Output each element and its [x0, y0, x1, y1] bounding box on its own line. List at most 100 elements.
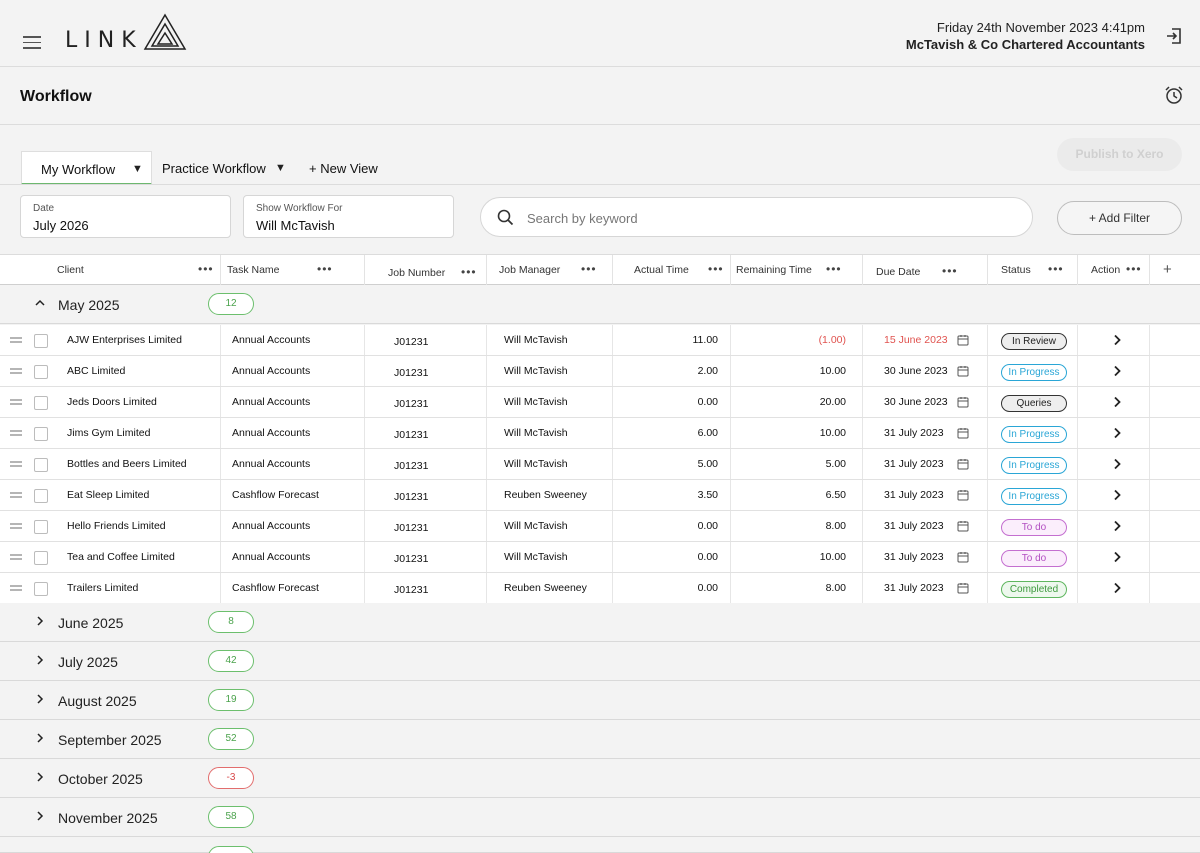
row-checkbox[interactable] — [34, 551, 48, 565]
column-header-task[interactable]: Task Name ••• — [221, 255, 365, 285]
chevron-right-icon[interactable] — [1112, 551, 1122, 563]
row-checkbox[interactable] — [34, 334, 48, 348]
chevron-right-icon[interactable] — [34, 732, 46, 744]
row-checkbox[interactable] — [34, 489, 48, 503]
tab-practice-workflow[interactable]: Practice Workflow ▼ — [162, 161, 286, 176]
chevron-right-icon[interactable] — [1112, 458, 1122, 470]
column-header-job-manager[interactable]: Job Manager ••• — [487, 255, 613, 285]
row-checkbox[interactable] — [34, 396, 48, 410]
alarm-clock-icon[interactable] — [1164, 85, 1184, 105]
chevron-right-icon[interactable] — [1112, 489, 1122, 501]
search-input[interactable] — [527, 208, 1007, 228]
status-badge[interactable]: To do — [1001, 550, 1067, 567]
date-filter-label: Date — [33, 203, 55, 214]
chevron-right-icon[interactable] — [1112, 520, 1122, 532]
row-checkbox[interactable] — [34, 520, 48, 534]
group-row-collapsed[interactable]: September 2025 52 — [0, 720, 1200, 759]
add-column-icon[interactable]: + — [1163, 261, 1172, 278]
table-row[interactable]: Eat Sleep Limited Cashflow Forecast J01231… — [0, 480, 1200, 511]
calendar-icon[interactable] — [957, 582, 969, 594]
row-checkbox[interactable] — [34, 365, 48, 379]
chevron-right-icon[interactable] — [34, 810, 46, 822]
chevron-right-icon[interactable] — [34, 693, 46, 705]
table-row[interactable]: Jims Gym Limited Annual Accounts J01231 Wil… — [0, 418, 1200, 449]
chevron-up-icon[interactable] — [34, 297, 46, 309]
status-badge[interactable]: To do — [1001, 519, 1067, 536]
drag-handle-icon[interactable] — [10, 461, 22, 468]
column-header-actual-time[interactable]: Actual Time ••• — [613, 255, 731, 285]
column-menu-icon[interactable]: ••• — [198, 262, 214, 276]
column-menu-icon[interactable]: ••• — [317, 262, 333, 276]
new-view-button[interactable]: + New View — [309, 161, 378, 176]
logout-icon[interactable] — [1164, 26, 1184, 46]
calendar-icon[interactable] — [957, 458, 969, 470]
chevron-right-icon[interactable] — [34, 654, 46, 666]
chevron-right-icon[interactable] — [1112, 334, 1122, 346]
chevron-right-icon[interactable] — [34, 771, 46, 783]
row-checkbox[interactable] — [34, 427, 48, 441]
chevron-right-icon[interactable] — [1112, 582, 1122, 594]
status-badge[interactable]: In Progress — [1001, 457, 1067, 474]
status-badge[interactable]: In Progress — [1001, 364, 1067, 381]
status-badge[interactable]: Queries — [1001, 395, 1067, 412]
calendar-icon[interactable] — [957, 365, 969, 377]
column-header-job-number[interactable]: Job Number ••• — [365, 255, 487, 285]
column-menu-icon[interactable]: ••• — [1048, 262, 1064, 276]
status-badge[interactable]: Completed — [1001, 581, 1067, 598]
drag-handle-icon[interactable] — [10, 492, 22, 499]
group-row-collapsed[interactable]: August 2025 19 — [0, 681, 1200, 720]
status-badge[interactable]: In Progress — [1001, 488, 1067, 505]
table-row[interactable]: Jeds Doors Limited Annual Accounts J01231 W… — [0, 387, 1200, 418]
column-menu-icon[interactable]: ••• — [826, 262, 842, 276]
column-header-status[interactable]: Status ••• — [988, 255, 1078, 285]
chevron-right-icon[interactable] — [1112, 427, 1122, 439]
calendar-icon[interactable] — [957, 520, 969, 532]
column-menu-icon[interactable]: ••• — [942, 264, 958, 278]
tab-practice-workflow-label: Practice Workflow — [162, 161, 266, 176]
tab-my-workflow[interactable]: My Workflow ▼ — [21, 151, 152, 185]
column-header-due-date[interactable]: Due Date ••• — [863, 255, 988, 285]
chevron-right-icon[interactable] — [34, 615, 46, 627]
row-checkbox[interactable] — [34, 582, 48, 596]
drag-handle-icon[interactable] — [10, 430, 22, 437]
calendar-icon[interactable] — [957, 396, 969, 408]
column-menu-icon[interactable]: ••• — [1126, 262, 1142, 276]
calendar-icon[interactable] — [957, 334, 969, 346]
group-row-collapsed[interactable]: November 2025 58 — [0, 798, 1200, 837]
table-row[interactable]: AJW Enterprises Limited Annual Accounts J0… — [0, 325, 1200, 356]
calendar-icon[interactable] — [957, 551, 969, 563]
table-row[interactable]: Hello Friends Limited Annual Accounts J012… — [0, 511, 1200, 542]
date-filter[interactable]: Date July 2026 — [20, 195, 231, 238]
column-menu-icon[interactable]: ••• — [581, 262, 597, 276]
show-workflow-for-filter[interactable]: Show Workflow For Will McTavish — [243, 195, 454, 238]
calendar-icon[interactable] — [957, 489, 969, 501]
drag-handle-icon[interactable] — [10, 368, 22, 375]
column-menu-icon[interactable]: ••• — [708, 262, 724, 276]
column-header-client[interactable]: Client ••• — [0, 255, 221, 285]
drag-handle-icon[interactable] — [10, 585, 22, 592]
group-row-expanded[interactable]: May 2025 12 — [0, 285, 1200, 324]
row-checkbox[interactable] — [34, 458, 48, 472]
calendar-icon[interactable] — [957, 427, 969, 439]
publish-to-xero-button[interactable]: Publish to Xero — [1057, 138, 1182, 171]
add-filter-button[interactable]: + Add Filter — [1057, 201, 1182, 235]
group-row-collapsed[interactable]: June 2025 8 — [0, 603, 1200, 642]
column-menu-icon[interactable]: ••• — [461, 265, 477, 279]
table-row[interactable]: ABC Limited Annual Accounts J01231 Will McT… — [0, 356, 1200, 387]
hamburger-menu-icon[interactable] — [23, 36, 41, 49]
drag-handle-icon[interactable] — [10, 399, 22, 406]
table-row[interactable]: Trailers Limited Cashflow Forecast J01231 R… — [0, 573, 1200, 604]
chevron-right-icon[interactable] — [1112, 365, 1122, 377]
table-row[interactable]: Bottles and Beers Limited Annual Accounts… — [0, 449, 1200, 480]
chevron-right-icon[interactable] — [1112, 396, 1122, 408]
status-badge[interactable]: In Progress — [1001, 426, 1067, 443]
column-header-action[interactable]: Action ••• — [1078, 255, 1150, 285]
drag-handle-icon[interactable] — [10, 523, 22, 530]
group-row-collapsed[interactable]: October 2025 -3 — [0, 759, 1200, 798]
drag-handle-icon[interactable] — [10, 337, 22, 344]
table-row[interactable]: Tea and Coffee Limited Annual Accounts J01… — [0, 542, 1200, 573]
status-badge[interactable]: In Review — [1001, 333, 1067, 350]
group-row-collapsed[interactable]: July 2025 42 — [0, 642, 1200, 681]
drag-handle-icon[interactable] — [10, 554, 22, 561]
column-header-remaining-time[interactable]: Remaining Time ••• — [731, 255, 863, 285]
